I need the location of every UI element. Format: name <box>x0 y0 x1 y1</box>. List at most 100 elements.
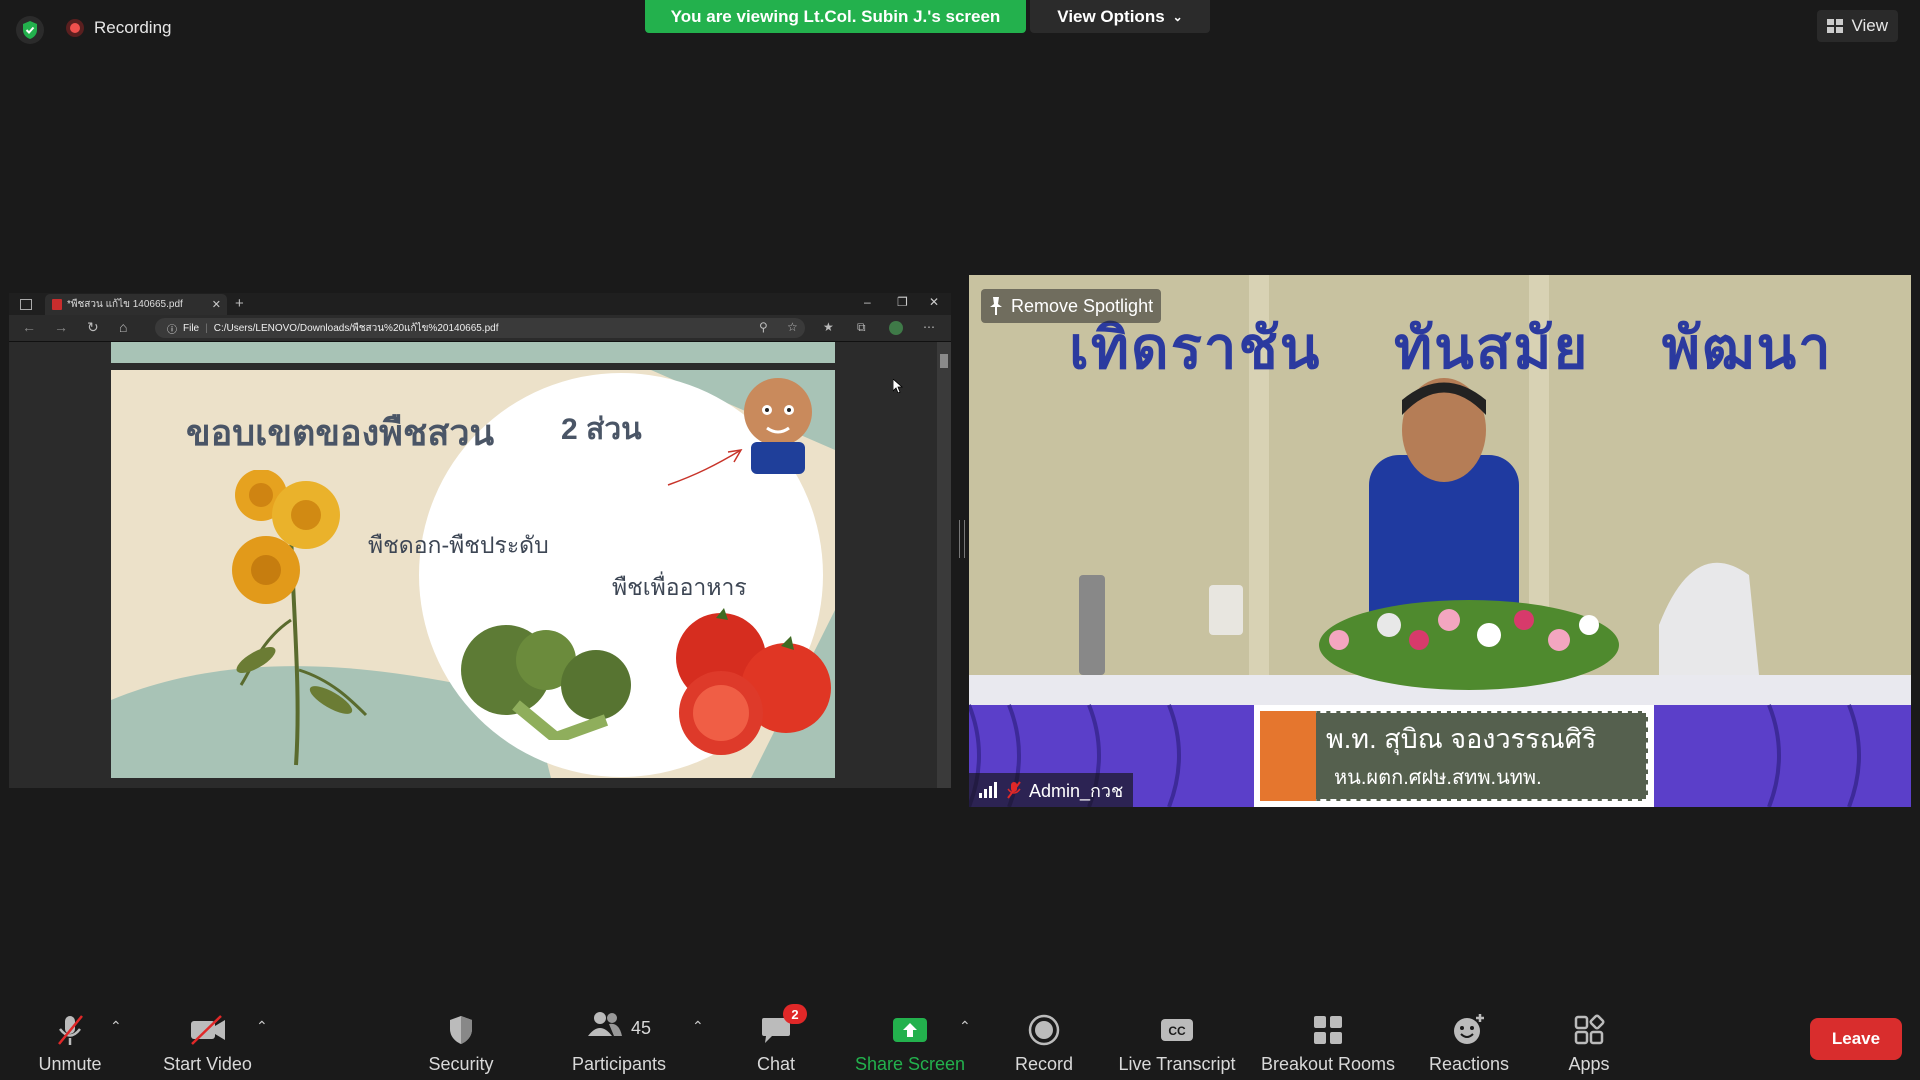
name-sign: พ.ท. สุบิณ จองวรรณศิริ หน.ผตก.ศฝษ.สทพ.นท… <box>1254 705 1654 807</box>
refresh-icon[interactable]: ↻ <box>87 319 99 336</box>
close-tab-icon[interactable]: ✕ <box>212 298 221 311</box>
url-text: C:/Users/LENOVO/Downloads/พืชสวน%20แก้ไข… <box>213 322 499 334</box>
tab-actions-icon[interactable] <box>20 299 32 310</box>
participants-icon <box>587 1012 622 1036</box>
home-icon[interactable]: ⌂ <box>119 319 127 335</box>
tab-title: *พืชสวน แก้ไข 140665.pdf <box>67 299 183 310</box>
favorites-icon[interactable]: ★ <box>823 320 834 334</box>
leave-button[interactable]: Leave <box>1810 1018 1902 1060</box>
broccoli-image <box>461 625 631 740</box>
security-button[interactable]: Security <box>420 1005 502 1075</box>
scrollbar-thumb[interactable] <box>940 354 948 368</box>
new-tab-icon[interactable]: + <box>235 295 244 312</box>
record-label: Record <box>1014 1054 1074 1074</box>
chevron-down-icon: ⌄ <box>1172 9 1183 24</box>
recording-indicator[interactable]: Recording <box>66 18 172 38</box>
view-label: View <box>1851 16 1888 35</box>
restore-icon[interactable]: ❐ <box>897 295 908 309</box>
record-icon <box>1028 1014 1060 1046</box>
pdf-viewer[interactable]: ขอบเขตของพืชสวน 2 ส่วน พืชดอก-พืชประดับ … <box>9 342 937 788</box>
grid-view-icon <box>1827 19 1844 33</box>
pin-icon <box>990 297 1002 315</box>
viewing-screen-banner: You are viewing Lt.Col. Subin J.'s scree… <box>645 0 1026 33</box>
info-icon: ⓘ <box>167 324 177 336</box>
banner-word-3: พัฒนา <box>1661 316 1833 381</box>
muted-microphone-icon <box>1007 781 1021 799</box>
banner-word-2: ทันสมัย <box>1393 316 1590 381</box>
security-label: Security <box>428 1054 494 1074</box>
participants-icon-group: 45 <box>587 1010 651 1046</box>
add-favorite-icon[interactable]: ☆ <box>787 320 798 334</box>
browser-tab[interactable]: *พืชสวน แก้ไข 140665.pdf ✕ <box>45 294 227 315</box>
url-separator: | <box>205 322 208 334</box>
participant-name: Admin_กวช <box>1029 780 1124 801</box>
chat-label: Chat <box>756 1054 796 1074</box>
share-screen-button[interactable]: Share Screen <box>852 1005 968 1075</box>
remove-spotlight-button[interactable]: Remove Spotlight <box>981 289 1162 323</box>
participant-name-tag: Admin_กวช <box>969 773 1134 807</box>
name-sign-accent <box>1260 711 1316 801</box>
url-scheme: File <box>183 322 200 334</box>
speaker-video-tile[interactable]: เทิดราชัน ทันสมัย พัฒนา พ.ท. สุบิณ จองวร… <box>969 275 1911 807</box>
live-transcript-label: Live Transcript <box>1118 1054 1236 1074</box>
tomato-image <box>676 608 831 755</box>
security-shield-icon[interactable] <box>16 16 44 44</box>
breakout-rooms-label: Breakout Rooms <box>1260 1054 1396 1074</box>
apps-icon <box>1574 1014 1605 1045</box>
breakout-rooms-icon <box>1314 1016 1342 1044</box>
record-button[interactable]: Record <box>1004 1005 1084 1075</box>
name-sign-line2: หน.ผตก.ศฝษ.สทพ.นทพ. <box>1334 767 1542 789</box>
view-options-label: View Options <box>1057 6 1165 26</box>
video-camera-off-icon <box>190 1015 225 1045</box>
video-options-caret-icon[interactable]: ⌃ <box>256 1018 268 1035</box>
view-options-button[interactable]: View Options ⌄ <box>1030 0 1210 33</box>
participants-options-caret-icon[interactable]: ⌃ <box>692 1018 704 1035</box>
chat-unread-badge: 2 <box>783 1004 807 1024</box>
remove-spotlight-label: Remove Spotlight <box>1011 295 1154 316</box>
reactions-label: Reactions <box>1428 1054 1510 1074</box>
pdf-file-icon <box>52 299 62 310</box>
audio-options-caret-icon[interactable]: ⌃ <box>110 1018 122 1035</box>
apps-button[interactable]: Apps <box>1556 1005 1622 1075</box>
start-video-label: Start Video <box>163 1054 252 1074</box>
close-window-icon[interactable]: ✕ <box>929 295 939 309</box>
start-video-button[interactable]: Start Video <box>155 1005 260 1075</box>
signal-strength-icon <box>979 782 997 798</box>
more-icon[interactable]: ⋯ <box>923 320 935 334</box>
shared-screen[interactable]: *พืชสวน แก้ไข 140665.pdf ✕ + – ❐ ✕ ← → ↻… <box>9 293 951 788</box>
split-resize-handle[interactable] <box>959 520 965 558</box>
reactions-button[interactable]: Reactions <box>1424 1005 1514 1075</box>
participants-count: 45 <box>630 1017 652 1038</box>
participants-button[interactable]: 45 Participants <box>565 1005 673 1075</box>
pdf-scrollbar[interactable] <box>937 342 951 788</box>
view-button[interactable]: View <box>1817 10 1898 42</box>
zoom-icon[interactable]: ⚲ <box>759 320 768 334</box>
svg-text:CC: CC <box>1168 1024 1186 1038</box>
reactions-emoji-icon <box>1454 1014 1484 1044</box>
collections-icon[interactable]: ⧉ <box>857 320 866 335</box>
mouse-cursor-icon <box>893 379 903 393</box>
forward-icon[interactable]: → <box>54 319 68 335</box>
apps-label: Apps <box>1568 1054 1610 1074</box>
label-ornamental-plants: พืชดอก-พืชประดับ <box>368 532 549 558</box>
profile-avatar[interactable] <box>889 321 903 335</box>
live-transcript-button[interactable]: CC Live Transcript <box>1114 1005 1240 1075</box>
back-icon[interactable]: ← <box>22 319 36 335</box>
microphone-muted-icon <box>58 1015 83 1045</box>
share-screen-label: Share Screen <box>854 1054 966 1074</box>
minimize-icon[interactable]: – <box>864 295 871 309</box>
banner-word-1: เทิดราชัน <box>1069 316 1322 381</box>
slide-count: 2 ส่วน <box>561 413 642 446</box>
backdrop-banner: เทิดราชัน ทันสมัย พัฒนา <box>1069 301 1889 394</box>
unmute-button[interactable]: Unmute <box>28 1005 112 1075</box>
browser-tab-bar: *พืชสวน แก้ไข 140665.pdf ✕ + – ❐ ✕ <box>9 293 951 315</box>
share-screen-icon <box>893 1018 927 1042</box>
pointer-arrow-drawing <box>667 449 743 486</box>
recording-dot-icon <box>66 19 84 37</box>
breakout-rooms-button[interactable]: Breakout Rooms <box>1258 1005 1398 1075</box>
name-sign-line1: พ.ท. สุบิณ จองวรรณศิริ <box>1326 724 1597 754</box>
recording-label: Recording <box>94 18 172 37</box>
participants-label: Participants <box>571 1054 667 1074</box>
url-field[interactable]: ⓘ File | C:/Users/LENOVO/Downloads/พืชสว… <box>155 318 805 338</box>
share-options-caret-icon[interactable]: ⌃ <box>959 1018 971 1035</box>
